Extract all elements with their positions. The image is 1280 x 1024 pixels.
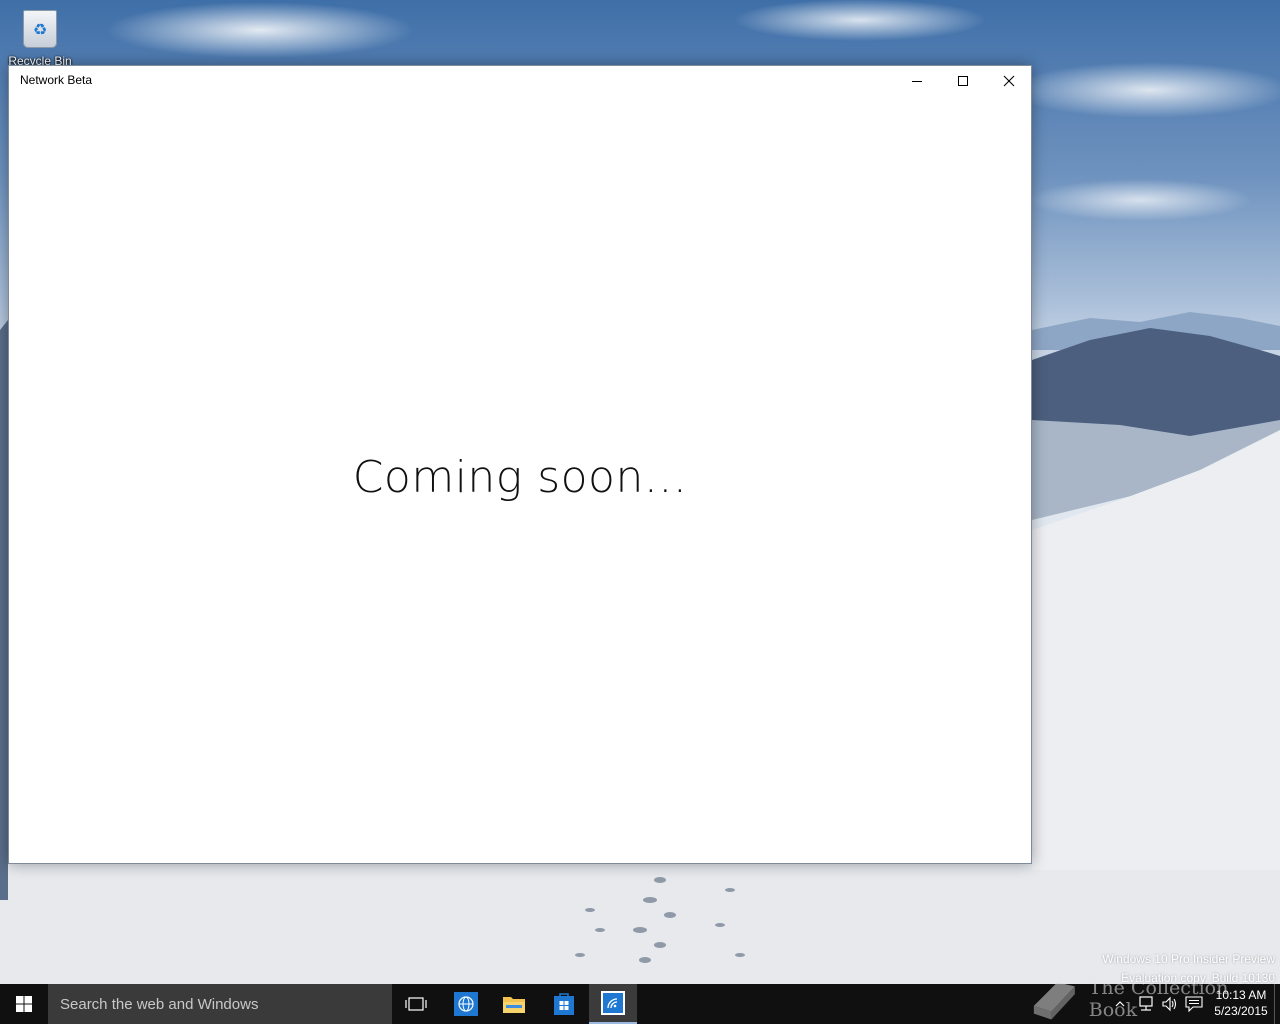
network-beta-window: Network Beta Coming soon...: [8, 65, 1032, 864]
window-title: Network Beta: [20, 73, 93, 87]
search-placeholder: Search the web and Windows: [60, 995, 259, 1013]
coming-soon-message: Coming soon...: [352, 451, 688, 503]
windows-logo-icon: [16, 996, 32, 1012]
network-beta-taskbar-button[interactable]: [589, 984, 637, 1024]
recycle-bin[interactable]: ♻ Recycle Bin: [8, 8, 72, 68]
globe-icon: [454, 992, 478, 1016]
close-icon: [1003, 75, 1015, 87]
collection-book-text: The Collection Book: [1088, 977, 1229, 1021]
minimize-icon: [912, 81, 922, 82]
watermark-edition: Windows 10 Pro Insider Preview: [1102, 952, 1275, 966]
store-button[interactable]: [540, 984, 588, 1024]
minimize-button[interactable]: [894, 66, 940, 96]
task-view-icon: [405, 997, 427, 1011]
folder-icon: [503, 997, 525, 1013]
search-input[interactable]: Search the web and Windows: [48, 984, 392, 1024]
title-bar[interactable]: Network Beta: [9, 66, 1031, 96]
start-button[interactable]: [0, 984, 48, 1024]
file-explorer-button[interactable]: [490, 984, 538, 1024]
close-button[interactable]: [986, 66, 1032, 96]
network-beta-icon: [601, 991, 625, 1015]
book-icon: [1033, 982, 1075, 1020]
task-view-button[interactable]: [392, 984, 440, 1024]
browser-button[interactable]: [442, 984, 490, 1024]
recycle-bin-icon: ♻: [23, 10, 57, 48]
collection-book-watermark: The Collection Book: [1028, 974, 1278, 1024]
store-icon: [554, 993, 574, 1015]
maximize-icon: [958, 76, 968, 86]
maximize-button[interactable]: [940, 66, 986, 96]
window-content: Coming soon...: [9, 96, 1031, 863]
